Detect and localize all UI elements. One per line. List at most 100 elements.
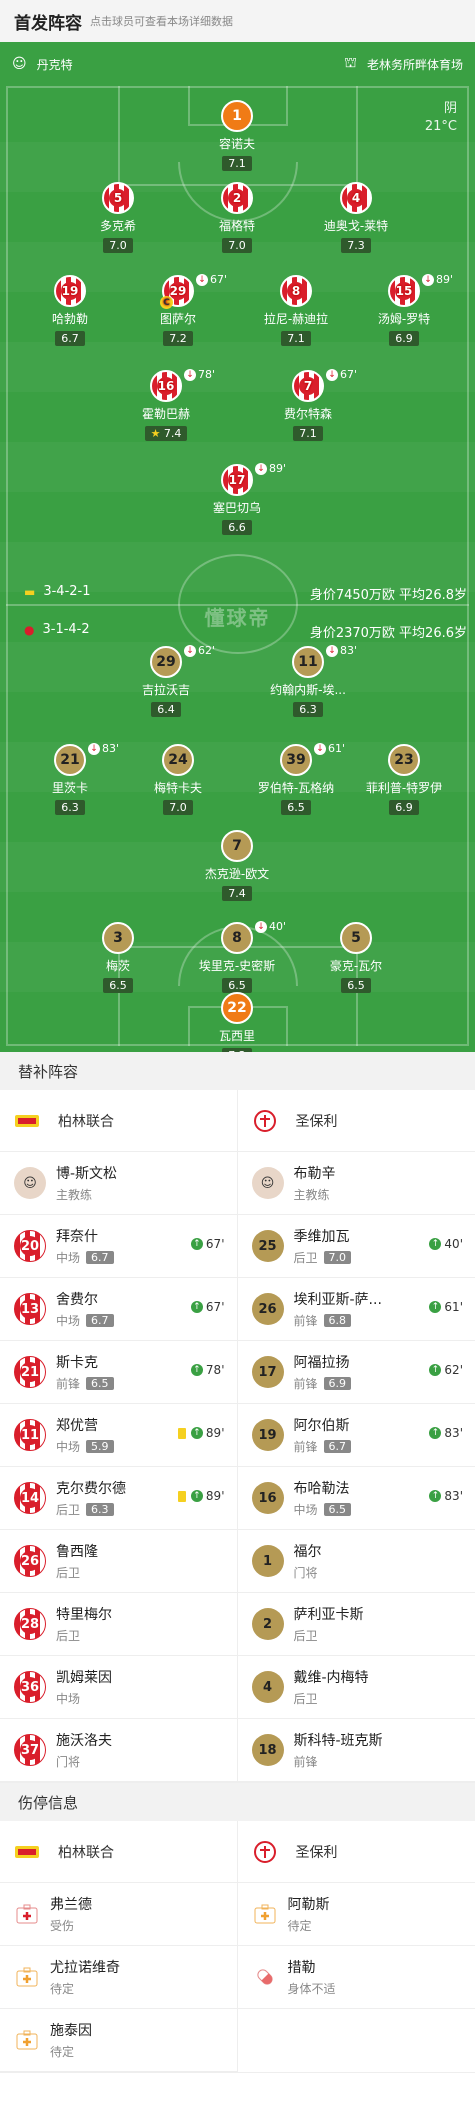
player-name: 杰克逊-欧文 bbox=[204, 867, 270, 881]
player-rating: 5.9 bbox=[86, 1440, 114, 1453]
home-team-row[interactable]: 柏林联合 bbox=[0, 1090, 237, 1152]
player-name: 斯卡克 bbox=[56, 1355, 98, 1371]
sub-in-marker: ↑ 89' bbox=[177, 1489, 225, 1503]
home-player[interactable]: 8 拉尼-赫迪拉 7.1 bbox=[241, 275, 351, 346]
away-player[interactable]: 3 梅茨 6.5 bbox=[63, 922, 173, 993]
sub-in-icon: ↑ bbox=[429, 1427, 442, 1439]
sub-player-row[interactable]: 17 阿福拉扬 前锋 6.9 ↑ 62' bbox=[237, 1341, 475, 1404]
away-player[interactable]: 7 杰克逊-欧文 7.4 bbox=[182, 830, 292, 901]
away-player[interactable]: 21 ↓ 83' 里茨卡 6.3 bbox=[15, 742, 125, 815]
coach-name: 博-斯文松 bbox=[56, 1166, 118, 1182]
sub-player-row[interactable]: 19 阿尔伯斯 前锋 6.7 ↑ 83' bbox=[237, 1404, 475, 1467]
sub-player-row[interactable]: 26 鲁西隆 后卫 bbox=[0, 1530, 237, 1593]
home-player[interactable]: 17 ↓ 89' 塞巴切乌 6.6 bbox=[182, 462, 292, 535]
home-player[interactable]: 4 迪奥戈-莱特 7.3 bbox=[301, 182, 411, 253]
injury-row[interactable]: 弗兰德 受伤 bbox=[0, 1883, 237, 1946]
sub-player-row[interactable]: 21 斯卡克 前锋 6.5 ↑ 78' bbox=[0, 1341, 237, 1404]
player-name: 约翰内斯-埃... bbox=[270, 683, 346, 697]
sub-player-row[interactable]: 26 埃利亚斯-萨... 前锋 6.8 ↑ 61' bbox=[237, 1278, 475, 1341]
player-name: 萨利亚卡斯 bbox=[293, 1607, 364, 1623]
home-formation: ▬ 3-4-2-1 bbox=[24, 584, 91, 599]
player-rating: 6.7 bbox=[323, 1440, 352, 1453]
player-name: 施沃洛夫 bbox=[56, 1733, 112, 1749]
home-player[interactable]: 16 ↓ 78' 霍勒巴赫 ★ 7.4 bbox=[111, 368, 221, 441]
away-player[interactable]: 22 瓦西里 7.2 bbox=[182, 992, 292, 1052]
injury-row[interactable]: 措勒 身体不适 bbox=[237, 1946, 475, 2009]
player-position: 后卫 bbox=[293, 1251, 318, 1265]
sub-player-row[interactable]: 14 克尔费尔德 后卫 6.3 ↑ 89' bbox=[0, 1467, 237, 1530]
away-team-row[interactable]: 圣保利 bbox=[237, 1090, 475, 1152]
sub-player-row[interactable]: 2 萨利亚卡斯后卫 bbox=[237, 1593, 475, 1656]
sub-player-row[interactable]: 25 季维加瓦 后卫 7.0 ↑ 40' bbox=[237, 1215, 475, 1278]
injury-section-title: 伤停信息 bbox=[0, 1783, 475, 1821]
jersey-number-text: 5 bbox=[109, 189, 127, 207]
substitution-marker: ↓ 62' bbox=[184, 644, 215, 657]
away-team-name: 圣保利 bbox=[295, 1844, 338, 1861]
jersey-number: 29 C bbox=[160, 275, 194, 309]
away-player[interactable]: 8 ↓ 40' 埃里克-史密斯 6.5 bbox=[182, 920, 292, 993]
player-name: 梅茨 bbox=[105, 959, 130, 973]
sub-in-marker: ↑ 83' bbox=[429, 1426, 463, 1440]
home-coach-row[interactable]: ☺ 博-斯文松 主教练 bbox=[0, 1152, 237, 1215]
home-player[interactable]: 15 ↓ 89' 汤姆-罗特 6.9 bbox=[349, 273, 459, 346]
home-team-row[interactable]: 柏林联合 bbox=[0, 1821, 237, 1883]
sub-out-icon: ↓ bbox=[196, 273, 208, 286]
away-player[interactable]: 11 ↓ 83' 约翰内斯-埃... 6.3 bbox=[253, 644, 363, 717]
jersey-number-text: 37 bbox=[20, 1740, 40, 1760]
sub-player-row[interactable]: 20 拜奈什 中场 6.7 ↑ 67' bbox=[0, 1215, 237, 1278]
away-player[interactable]: 5 豪克-瓦尔 6.5 bbox=[301, 922, 411, 993]
away-player[interactable]: 39 ↓ 61' 罗伯特-瓦格纳 6.5 bbox=[241, 742, 351, 815]
pitch: ☺ 丹克特 ⛫ 老林务所畔体育场 阴 21°C 懂球帝 ▬ 3-4-2-1 身价74… bbox=[0, 42, 475, 1052]
player-name: 哈勃勒 bbox=[51, 312, 88, 326]
sub-player-row[interactable]: 28 特里梅尔 后卫 bbox=[0, 1593, 237, 1656]
away-injury-column: 圣保利 阿勒斯 待定 措勒 身体不适 bbox=[237, 1821, 475, 2072]
sub-player-row[interactable]: 13 舍费尔 中场 6.7 ↑ 67' bbox=[0, 1278, 237, 1341]
player-rating: 7.2 bbox=[222, 1048, 252, 1052]
away-formation-shape: 3-1-4-2 bbox=[42, 622, 90, 637]
sub-in-icon: ↑ bbox=[429, 1364, 442, 1376]
jersey-number: 4 bbox=[340, 182, 372, 214]
jersey-number-text: 21 bbox=[20, 1362, 40, 1382]
jersey-number: 25 bbox=[251, 1230, 284, 1262]
player-rating: 6.5 bbox=[281, 800, 311, 815]
home-player[interactable]: 5 多克希 7.0 bbox=[63, 182, 173, 253]
sub-in-icon: ↑ bbox=[190, 1490, 203, 1502]
sub-out-icon: ↓ bbox=[255, 920, 267, 933]
away-coach-row[interactable]: ☺ 布勒辛 主教练 bbox=[237, 1152, 475, 1215]
away-player[interactable]: 29 ↓ 62' 吉拉沃吉 6.4 bbox=[111, 644, 221, 717]
sub-player-row[interactable]: 4 戴维-内梅特 后卫 bbox=[237, 1656, 475, 1719]
union-berlin-badge bbox=[14, 1841, 40, 1863]
sub-player-row[interactable]: 37 施沃洛夫 门将 bbox=[0, 1719, 237, 1782]
sub-player-row[interactable]: 36 凯姆莱因 中场 bbox=[0, 1656, 237, 1719]
sub-player-row[interactable]: 1 福尔 门将 bbox=[237, 1530, 475, 1593]
jersey-number: 7 bbox=[221, 830, 253, 862]
player-position: 后卫 bbox=[293, 1629, 318, 1643]
player-name: 拉尼-赫迪拉 bbox=[263, 312, 329, 326]
player-name: 汤姆-罗特 bbox=[377, 312, 431, 326]
away-player[interactable]: 23 菲利普-特罗伊 6.9 bbox=[349, 744, 459, 815]
home-player[interactable]: 2 福格特 7.0 bbox=[182, 182, 292, 253]
jersey-number: 20 bbox=[14, 1230, 46, 1262]
page-title: 首发阵容 bbox=[14, 13, 82, 34]
player-name: 克尔费尔德 bbox=[56, 1481, 126, 1497]
sub-in-icon: ↑ bbox=[190, 1238, 203, 1250]
away-team-row[interactable]: 圣保利 bbox=[237, 1821, 475, 1883]
sub-player-row[interactable]: 18 斯科特-班克斯 前锋 bbox=[237, 1719, 475, 1782]
home-player[interactable]: 1 容诺夫 7.1 bbox=[182, 100, 292, 171]
sub-player-row[interactable]: 11 郑优营 中场 5.9 ↑ 89' bbox=[0, 1404, 237, 1467]
union-berlin-badge bbox=[14, 1110, 40, 1132]
player-position: 后卫 bbox=[56, 1503, 81, 1517]
home-player[interactable]: 29 C ↓ 67' 图萨尔 7.2 bbox=[123, 273, 233, 346]
player-rating: 7.0 bbox=[323, 1251, 352, 1264]
jersey-number: 2 bbox=[251, 1608, 284, 1640]
injury-row[interactable]: 尤拉诺维奇 待定 bbox=[0, 1946, 237, 2009]
home-player[interactable]: 19 哈勃勒 6.7 bbox=[15, 275, 125, 346]
away-player[interactable]: 24 梅特卡夫 7.0 bbox=[123, 744, 233, 815]
injury-status: 身体不适 bbox=[287, 1982, 336, 1996]
injury-row[interactable]: 施泰因 待定 bbox=[0, 2009, 237, 2072]
injury-row[interactable]: 阿勒斯 待定 bbox=[237, 1883, 475, 1946]
rating-value: 7.1 bbox=[287, 332, 305, 345]
sub-player-row[interactable]: 16 布哈勒法 中场 6.5 ↑ 83' bbox=[237, 1467, 475, 1530]
jersey-number: 11 bbox=[14, 1419, 46, 1451]
home-player[interactable]: 7 ↓ 67' 费尔特森 7.1 bbox=[253, 368, 363, 441]
